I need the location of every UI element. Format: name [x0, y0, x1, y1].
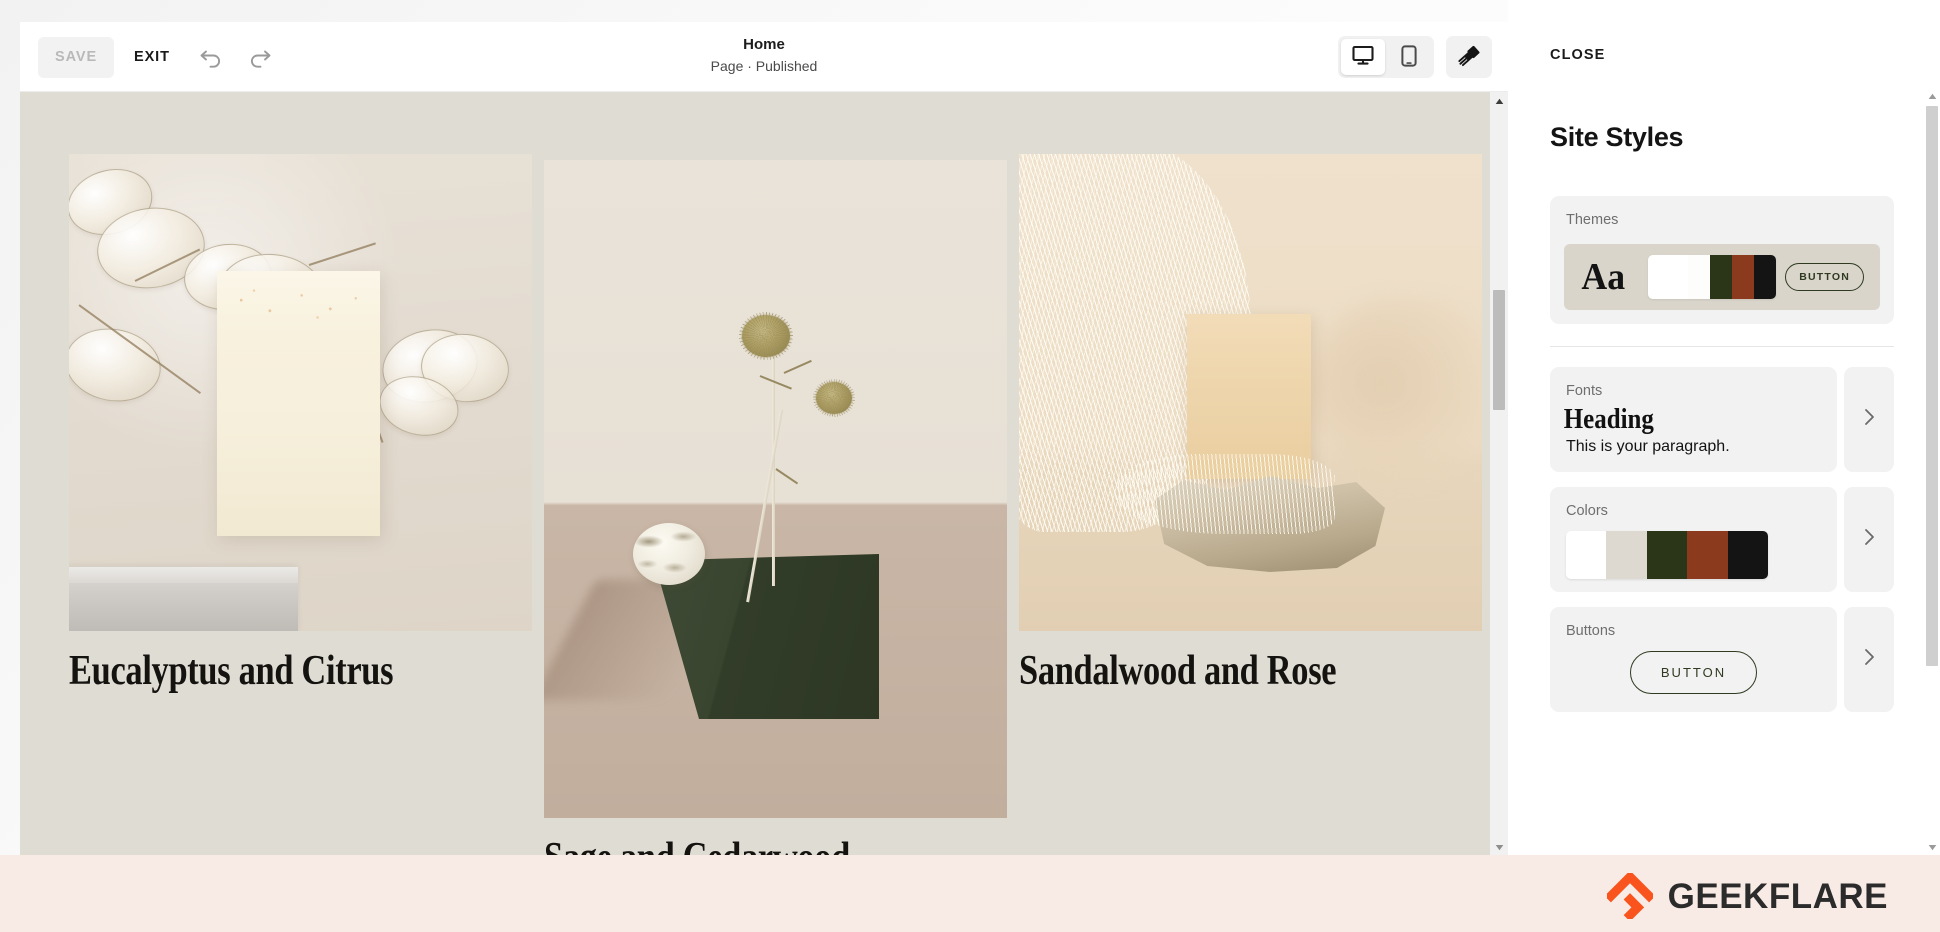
editor-toolbar: SAVE EXIT Home Page · Published: [20, 22, 1508, 92]
buttons-label: Buttons: [1566, 623, 1616, 639]
panel-scroll-down-button[interactable]: [1924, 839, 1940, 855]
undo-button[interactable]: [190, 36, 234, 78]
geekflare-brand-text: GEEKFLARE: [1667, 876, 1888, 916]
chevron-down-icon: [1495, 838, 1504, 856]
product-image-sage: [544, 160, 1007, 818]
redo-arrow-icon: [247, 47, 272, 68]
product-card[interactable]: Eucalyptus and Citrus: [69, 154, 532, 694]
colors-label: Colors: [1566, 503, 1608, 519]
buttons-row: Buttons BUTTON: [1550, 607, 1894, 712]
page-canvas[interactable]: Eucalyptus and Citrus Sandalwood and Ros…: [20, 92, 1508, 855]
product-card[interactable]: Sandalwood and Rose: [1019, 154, 1482, 694]
geekflare-logo-icon: [1604, 870, 1656, 922]
product-image-eucalyptus: [69, 154, 532, 631]
toolbar-right-group: [1338, 36, 1492, 78]
fonts-label: Fonts: [1566, 383, 1603, 399]
fonts-open-button[interactable]: [1844, 367, 1894, 472]
fonts-card[interactable]: Fonts Heading This is your paragraph.: [1550, 367, 1837, 472]
canvas-content: Eucalyptus and Citrus Sandalwood and Ros…: [20, 92, 1490, 855]
exit-button[interactable]: EXIT: [118, 37, 186, 78]
product-image-sandalwood: [1019, 154, 1482, 631]
color-swatch-beige: [1606, 531, 1647, 579]
sisal-fiber-strands: [1115, 454, 1335, 534]
product-title: Sandalwood and Rose: [1019, 648, 1337, 694]
chevron-down-icon: [1928, 838, 1937, 856]
button-preview-wrap: BUTTON: [1550, 651, 1837, 694]
panel-scroll-up-button[interactable]: [1924, 88, 1940, 104]
soap-bar-shape: [217, 271, 380, 536]
site-styles-panel: CLOSE Site Styles Themes Aa BUTTON Fonts…: [1508, 0, 1940, 855]
desktop-monitor-icon: [1352, 45, 1374, 69]
canvas-scrollbar[interactable]: [1490, 92, 1508, 855]
mobile-phone-icon: [1401, 44, 1417, 70]
undo-arrow-icon: [199, 47, 224, 68]
mobile-view-button[interactable]: [1387, 39, 1431, 75]
screen-root: SAVE EXIT Home Page · Published Eucalypt…: [0, 0, 1940, 932]
color-swatch-rust: [1687, 531, 1728, 579]
panel-title: Site Styles: [1550, 122, 1684, 152]
close-panel-button[interactable]: CLOSE: [1550, 47, 1605, 63]
font-paragraph-sample: This is your paragraph.: [1566, 438, 1730, 456]
site-styles-button[interactable]: [1446, 36, 1492, 78]
geekflare-watermark: GEEKFLARE: [1604, 870, 1888, 922]
product-title: Sage and Cedarwood: [544, 835, 924, 855]
concrete-block-shape: [69, 567, 298, 631]
panel-scrollbar[interactable]: [1924, 88, 1940, 855]
color-swatch-white: [1566, 531, 1607, 579]
panel-scroll-thumb[interactable]: [1926, 106, 1938, 666]
font-heading-sample: Heading: [1563, 403, 1654, 435]
chevron-up-icon: [1495, 92, 1504, 110]
theme-swatch-rust: [1732, 255, 1755, 299]
editor-window: SAVE EXIT Home Page · Published Eucalypt…: [20, 22, 1508, 855]
save-button[interactable]: SAVE: [38, 36, 115, 78]
product-card[interactable]: Sage and Cedarwood: [544, 160, 1007, 855]
theme-swatch-green: [1710, 255, 1733, 299]
buttons-open-button[interactable]: [1844, 607, 1894, 712]
background-blur-shape: [1309, 299, 1482, 484]
theme-color-swatches: [1648, 255, 1777, 299]
theme-swatch-white: [1648, 255, 1689, 299]
themes-label: Themes: [1566, 212, 1619, 228]
chevron-right-icon: [1864, 408, 1875, 432]
redo-button[interactable]: [238, 36, 282, 78]
colors-open-button[interactable]: [1844, 487, 1894, 592]
color-swatch-black: [1727, 531, 1768, 579]
watermark-bar: GEEKFLARE: [0, 855, 1940, 932]
desktop-view-button[interactable]: [1341, 39, 1385, 75]
panel-body: Themes Aa BUTTON Fonts Heading This is y…: [1508, 178, 1920, 855]
chevron-right-icon: [1864, 648, 1875, 672]
panel-divider: [1550, 346, 1894, 347]
product-title: Eucalyptus and Citrus: [69, 648, 394, 694]
color-swatch-green: [1646, 531, 1688, 579]
button-style-preview[interactable]: BUTTON: [1629, 651, 1758, 694]
canvas-scroll-down-button[interactable]: [1490, 838, 1508, 855]
chevron-up-icon: [1928, 87, 1937, 105]
theme-swatch-offwhite: [1688, 255, 1711, 299]
fonts-row: Fonts Heading This is your paragraph.: [1550, 367, 1894, 472]
themes-card[interactable]: Themes Aa BUTTON: [1550, 196, 1894, 324]
colors-card[interactable]: Colors: [1550, 487, 1837, 592]
round-soap-shape: [633, 523, 705, 585]
canvas-scroll-thumb[interactable]: [1493, 290, 1505, 410]
paintbrush-icon: [1456, 43, 1482, 72]
chevron-right-icon: [1864, 528, 1875, 552]
toolbar-left-group: SAVE EXIT: [38, 36, 282, 78]
theme-swatch-black: [1754, 255, 1777, 299]
colors-row: Colors: [1550, 487, 1894, 592]
canvas-scroll-up-button[interactable]: [1490, 92, 1508, 109]
device-toggle-group: [1338, 36, 1434, 78]
color-palette-swatches: [1566, 531, 1768, 579]
theme-font-sample: Aa: [1581, 256, 1626, 298]
theme-preview[interactable]: Aa BUTTON: [1564, 244, 1880, 310]
buttons-card[interactable]: Buttons BUTTON: [1550, 607, 1837, 712]
theme-button-sample[interactable]: BUTTON: [1785, 263, 1864, 291]
